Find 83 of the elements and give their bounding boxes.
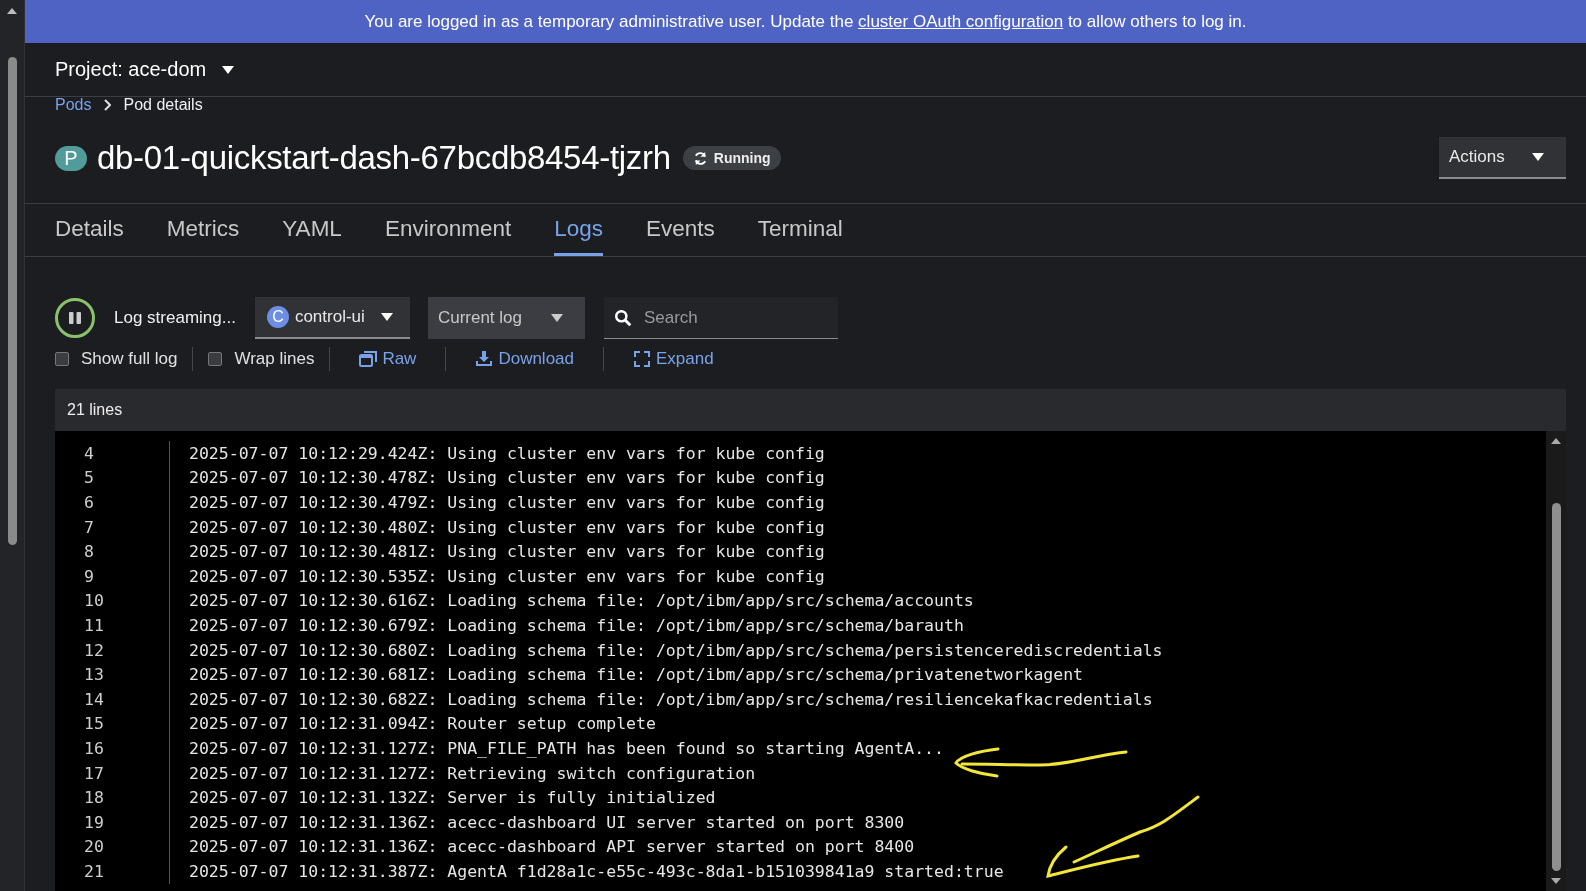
tab[interactable]: YAML: [282, 204, 342, 256]
breadcrumb-link[interactable]: Pods: [55, 96, 92, 114]
line-number: 14: [55, 686, 170, 712]
toolbar-link[interactable]: Expand: [633, 349, 714, 369]
breadcrumb-current: Pod details: [123, 96, 203, 114]
scroll-up-icon[interactable]: [6, 7, 18, 15]
scrollbar-thumb[interactable]: [1551, 503, 1561, 871]
windows-icon: [359, 351, 378, 367]
tab[interactable]: Terminal: [757, 204, 843, 256]
toolbar-link[interactable]: Download: [475, 349, 574, 369]
sync-icon: [692, 150, 708, 166]
banner-message: You are logged in as a temporary administrative user. Update the cluster OAuth configuration to allow others to log in.: [364, 11, 1247, 32]
log-line: 2025-07-07 10:12:30.480Z: Using cluster env vars for kube config: [189, 517, 825, 537]
log-line: 2025-07-07 10:12:31.127Z: PNA_FILE_PATH has been found so starting AgentA...: [189, 738, 944, 758]
tab[interactable]: Logs: [554, 204, 603, 256]
log-line: 2025-07-07 10:12:31.127Z: Retrieving switch configuration: [189, 763, 756, 783]
search-field[interactable]: Search: [603, 297, 838, 339]
checkbox[interactable]: [55, 352, 69, 366]
log-line: 2025-07-07 10:12:31.132Z: Server is fully initialized: [189, 788, 716, 808]
checkbox-label: Wrap lines: [234, 349, 315, 369]
line-number: 15: [55, 711, 170, 737]
tab[interactable]: Details: [55, 204, 124, 256]
log-line: 2025-07-07 10:12:30.479Z: Using cluster env vars for kube config: [189, 493, 825, 512]
line-number: 12: [55, 637, 170, 663]
checkbox-label: Show full log: [81, 349, 178, 369]
actions-dropdown[interactable]: Actions: [1439, 137, 1566, 179]
log-line: 2025-07-07 10:12:30.481Z: Using cluster env vars for kube config: [189, 542, 825, 562]
log-line: 2025-07-07 10:12:31.387Z: AgentA f1d28a1c-e55c-493c-8da1-b151039841a9 started:true: [189, 861, 1004, 881]
log-line: 2025-07-07 10:12:31.136Z: acecc-dashboard UI server started on port 8300: [189, 812, 905, 832]
scroll-down-icon[interactable]: [1550, 877, 1562, 885]
line-number: 16: [55, 736, 170, 761]
log-line: 2025-07-07 10:12:31.094Z: Router setup complete: [189, 714, 656, 734]
log-scrollbar[interactable]: [1546, 431, 1566, 891]
container-select[interactable]: C control-ui: [254, 297, 410, 339]
streaming-status: Log streaming...: [114, 308, 236, 328]
pause-icon: [67, 310, 83, 326]
line-number: 18: [55, 785, 170, 810]
project-dropdown[interactable]: Project: ace-dom: [55, 58, 235, 81]
side-scrollbar[interactable]: [0, 0, 25, 891]
log-line: 2025-07-07 10:12:30.616Z: Loading schema file: /opt/ibm/app/src/schema/accounts: [189, 591, 974, 611]
oauth-link[interactable]: cluster OAuth configuration: [858, 11, 1064, 31]
line-number: 10: [55, 588, 170, 614]
line-count: 21 lines: [67, 401, 123, 419]
chevron-icon: [103, 99, 112, 111]
line-number: 19: [55, 809, 170, 835]
line-number: 4: [55, 441, 170, 466]
expand-icon: [633, 351, 651, 367]
line-number: 9: [55, 563, 170, 589]
caret-icon: [550, 314, 563, 322]
log-line: 2025-07-07 10:12:30.679Z: Loading schema file: /opt/ibm/app/src/schema/barauth: [189, 615, 964, 635]
status-label: Running: [682, 146, 781, 170]
search-icon: [613, 309, 632, 327]
download-icon: [475, 351, 494, 367]
pod-title: db-01-quickstart-dash-67bcdb8454-tjzrh: [97, 139, 671, 177]
tab[interactable]: Events: [646, 204, 715, 256]
log-line: 2025-07-07 10:12:30.478Z: Using cluster env vars for kube config: [189, 468, 825, 488]
line-number: 8: [55, 539, 170, 564]
log-line: 2025-07-07 10:12:30.535Z: Using cluster env vars for kube config: [189, 566, 825, 586]
scrollbar-thumb[interactable]: [7, 57, 17, 545]
toolbar-link[interactable]: Raw: [359, 349, 417, 369]
scroll-up-icon[interactable]: [1550, 437, 1562, 445]
line-number: 6: [55, 490, 170, 515]
pause-button[interactable]: [55, 298, 95, 338]
caret-icon: [222, 65, 235, 74]
log-line: 2025-07-07 10:12:31.136Z: acecc-dashboard API server started on port 8400: [189, 837, 915, 857]
line-number: 21: [55, 859, 170, 884]
log-line: 2025-07-07 10:12:30.681Z: Loading schema file: /opt/ibm/app/src/schema/privatenetworkagent: [189, 665, 1084, 685]
checkbox[interactable]: [208, 352, 223, 366]
line-number: 17: [55, 760, 170, 786]
line-number: 11: [55, 613, 170, 638]
line-number: 5: [55, 465, 170, 491]
line-number: 13: [55, 662, 170, 687]
pod-badge: P: [55, 145, 87, 171]
caret-icon: [380, 313, 393, 321]
log-line: 2025-07-07 10:12:29.424Z: Using cluster env vars for kube config: [189, 443, 825, 463]
line-number: 20: [55, 834, 170, 860]
caret-icon: [1532, 153, 1544, 161]
log-line: 2025-07-07 10:12:30.680Z: Loading schema file: /opt/ibm/app/src/schema/persistencerediscredentials: [189, 640, 1163, 660]
log-line: 2025-07-07 10:12:30.682Z: Loading schema file: /opt/ibm/app/src/schema/resiliencekafkacredentials: [189, 689, 1153, 709]
line-number: 7: [55, 514, 170, 540]
tab[interactable]: Environment: [384, 204, 512, 256]
tab[interactable]: Metrics: [166, 204, 240, 256]
log-select[interactable]: Current log: [427, 297, 585, 339]
